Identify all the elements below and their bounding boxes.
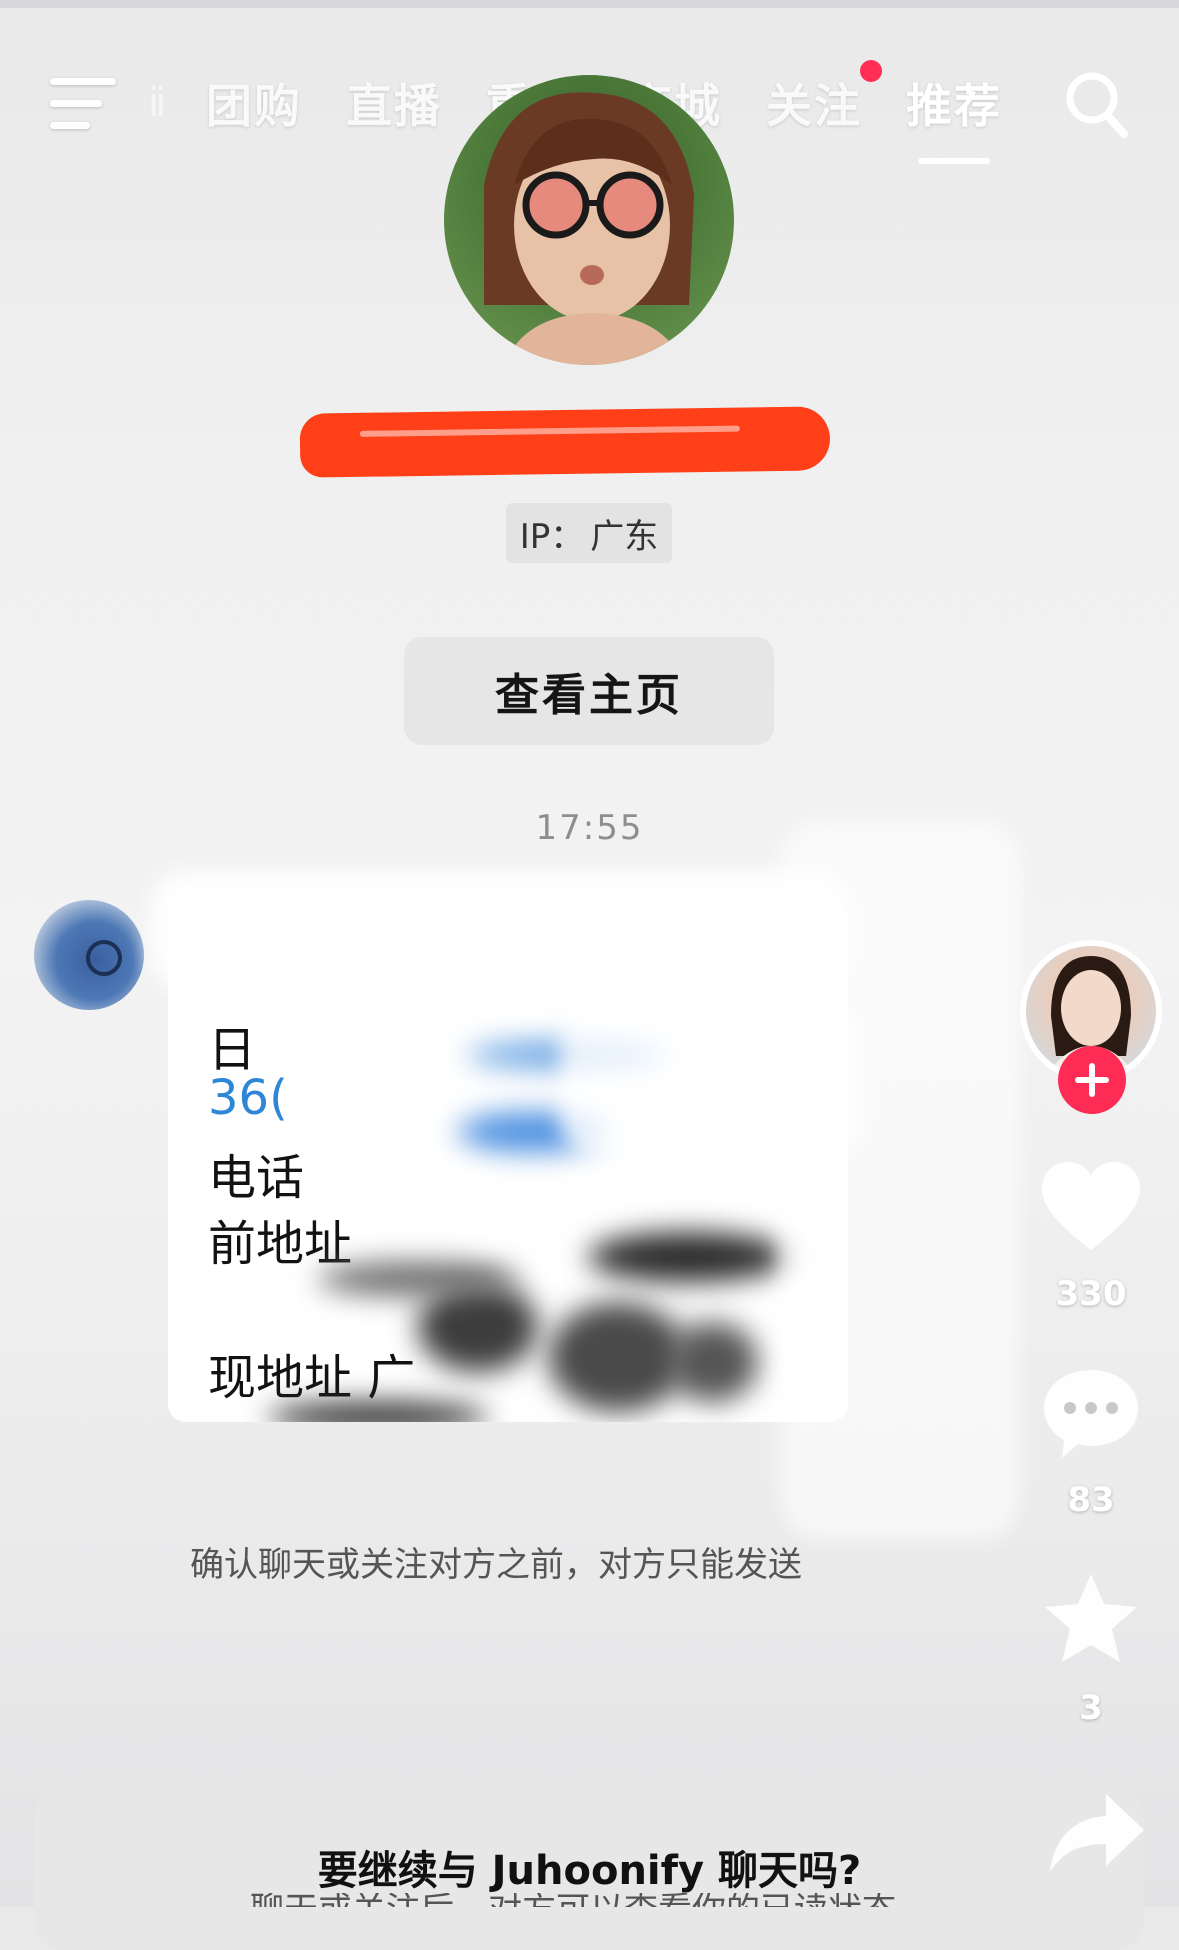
share-arrow-icon[interactable] [1046,1790,1146,1876]
favorite-star-icon[interactable] [1042,1572,1140,1666]
sheet-title: 要继续与 Juhoonify 聊天吗? [317,1848,862,1894]
chat-notice: 确认聊天或关注对方之前，对方只能发送 [190,1545,802,1585]
view-homepage-button[interactable]: 查看主页 [404,637,774,745]
notification-dot [860,60,882,82]
message-line: 前地址 [208,1216,353,1272]
profile-avatar[interactable] [444,75,734,365]
comment-count: 83 [1067,1480,1115,1520]
tab-recommended[interactable]: 推荐 [906,70,1002,136]
redaction-overlay [780,820,1020,1540]
tab-following[interactable]: 关注 [766,70,862,136]
sheet-subtitle: 聊天或关注后，对方可以查看你的已读状态 [250,1893,950,1907]
follow-button[interactable] [1058,1046,1126,1114]
sender-avatar[interactable] [34,900,144,1010]
ip-location-tag: IP： 广东 [506,503,672,563]
tab-live[interactable]: 直播 [346,70,442,136]
message-line: 电话 [208,1150,305,1206]
tab-group-buy[interactable]: 团购 [206,70,302,136]
message-line-phone[interactable]: 36( [208,1070,288,1126]
like-heart-icon[interactable] [1040,1160,1142,1254]
nav-overflow-text: ⅱ [148,80,167,126]
redaction-overlay [150,870,850,990]
favorite-count: 3 [1079,1688,1103,1728]
message-line: 现地址 广 [208,1350,416,1406]
redacted-username [299,406,831,478]
active-tab-indicator [918,158,990,164]
plus-icon [1075,1063,1109,1097]
ip-region: 广东 [590,516,659,557]
ip-label: IP： [519,516,585,557]
menu-icon[interactable] [50,78,118,130]
like-count: 330 [1055,1274,1127,1314]
comment-icon[interactable] [1040,1366,1142,1462]
status-strip [0,0,1179,8]
search-icon[interactable] [1064,70,1128,140]
